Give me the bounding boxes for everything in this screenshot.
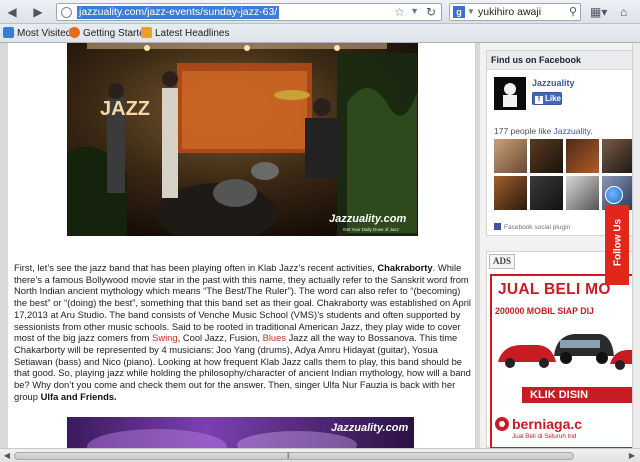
navigation-toolbar: ◀ ▶ jazzuality.com/jazz-events/sunday-ja…	[0, 0, 640, 24]
ad-click-here-button[interactable]: KLIK DISIN	[522, 387, 640, 403]
scroll-left-arrow-icon[interactable]: ◀	[1, 451, 13, 461]
history-dropdown-icon[interactable]: ▼	[410, 6, 419, 16]
back-arrow-icon[interactable]: ◀	[4, 4, 20, 20]
forward-arrow-icon[interactable]: ▶	[30, 4, 46, 20]
facebook-f-icon: f	[535, 96, 543, 104]
group-name-bold: Ulfa and Friends.	[40, 390, 117, 402]
browser-window: ◀ ▶ jazzuality.com/jazz-events/sunday-ja…	[0, 0, 640, 462]
firefox-icon	[69, 27, 80, 38]
address-bar[interactable]: jazzuality.com/jazz-events/sunday-jazz-6…	[56, 3, 442, 21]
follow-us-tab[interactable]: Follow Us	[605, 205, 629, 285]
jazzuality-logo[interactable]	[494, 77, 526, 110]
bookmark-label: Most Visited	[17, 28, 72, 39]
fan-avatar[interactable]	[566, 176, 599, 210]
fan-avatar[interactable]	[530, 176, 563, 210]
bookmark-most-visited[interactable]: Most Visited	[3, 26, 71, 41]
twitter-bird-icon[interactable]	[605, 186, 623, 204]
blues-link[interactable]: Blues	[263, 332, 286, 343]
scroll-grip-icon: |||	[287, 453, 290, 459]
facebook-page-link[interactable]: Jazzuality	[554, 126, 591, 136]
facebook-icon	[494, 223, 501, 230]
second-concert-photo: Jazzuality.com	[67, 417, 414, 448]
like-count-text: 177 people like	[494, 126, 554, 136]
reload-icon[interactable]: ↻	[426, 5, 436, 19]
concert-photo: JAZZ Jazzuality.com Get Your Daily Dose …	[67, 43, 418, 236]
like-label: Like	[545, 94, 562, 103]
bookmark-star-icon[interactable]: ☆	[394, 5, 405, 19]
bookmarks-toolbar: Most Visited Getting Started Latest Head…	[0, 24, 640, 43]
facebook-social-plugin-label[interactable]: Facebook social plugin	[494, 223, 570, 231]
rss-feed-icon	[141, 27, 152, 38]
photo-watermark: Jazzuality.com	[331, 422, 409, 434]
fan-avatar[interactable]	[602, 139, 635, 173]
url-text[interactable]: jazzuality.com/jazz-events/sunday-jazz-6…	[77, 6, 280, 19]
vertical-scrollbar[interactable]	[632, 43, 640, 448]
ad-brand: berniaga.c	[512, 416, 583, 432]
follow-us-label: Follow Us	[612, 218, 624, 267]
gear-icon	[3, 27, 14, 38]
bookmarks-menu-icon[interactable]: ▦▾	[590, 4, 607, 20]
search-box[interactable]: g ▼ yukihiro awaji ⚲	[449, 3, 581, 21]
facebook-like-count: 177 people like Jazzuality.	[494, 126, 593, 136]
paragraph-text: First, let’s see the jazz band that has …	[14, 262, 378, 273]
page-viewport: JAZZ Jazzuality.com Get Your Daily Dose …	[0, 43, 640, 448]
photo-watermark: Jazzuality.com	[329, 213, 407, 225]
home-icon[interactable]: ⌂	[620, 4, 627, 20]
search-icon[interactable]: ⚲	[569, 5, 577, 18]
jazz-sign-text: JAZZ	[100, 98, 150, 120]
plugin-label-text: Facebook social plugin	[504, 224, 571, 231]
fan-avatar[interactable]	[494, 139, 527, 173]
fan-avatar[interactable]	[494, 176, 527, 210]
search-engine-dropdown-icon[interactable]: ▼	[467, 7, 475, 16]
berniaga-logo-icon	[495, 417, 509, 431]
ad-subheadline-text: MOBIL SIAP DIJ	[524, 306, 594, 316]
facebook-like-button[interactable]: f Like	[532, 92, 562, 105]
fan-avatar[interactable]	[530, 139, 563, 173]
berniaga-ad-banner[interactable]: JUAL BELI MO 200000 MOBIL SIAP DIJ KLIK …	[490, 274, 640, 448]
bookmark-latest-headlines[interactable]: Latest Headlines	[141, 26, 230, 41]
photo-watermark-tagline: Get Your Daily Dose of Jazz	[343, 227, 400, 232]
site-identity-icon[interactable]	[61, 7, 72, 18]
paragraph-text: , Cool Jazz, Fusion,	[177, 332, 263, 344]
horizontal-scrollbar[interactable]: ◀ ||| ▶	[0, 448, 640, 462]
ad-headline: JUAL BELI MO	[498, 281, 611, 298]
facebook-page-name[interactable]: Jazzuality	[532, 78, 575, 88]
ads-title: ADS	[489, 254, 515, 269]
band-name-bold: Chakraborty	[377, 262, 433, 273]
like-count-suffix: .	[590, 126, 593, 136]
ad-subheadline: 200000 MOBIL SIAP DIJ	[495, 306, 594, 316]
horizontal-scroll-thumb[interactable]: |||	[14, 452, 574, 460]
search-input[interactable]: yukihiro awaji	[478, 6, 541, 19]
article-column: JAZZ Jazzuality.com Get Your Daily Dose …	[8, 43, 476, 448]
ad-number: 200000	[495, 306, 525, 316]
google-icon[interactable]: g	[453, 6, 465, 18]
bookmark-label: Latest Headlines	[155, 28, 230, 39]
paragraph-text: . While there’s a famous Bollywood movie…	[14, 262, 472, 344]
article-paragraph: First, let’s see the jazz band that has …	[14, 262, 472, 402]
swing-link[interactable]: Swing	[152, 332, 178, 343]
fan-avatar[interactable]	[566, 139, 599, 173]
scroll-right-arrow-icon[interactable]: ▶	[626, 451, 638, 461]
facebook-box-title: Find us on Facebook	[487, 51, 640, 70]
bookmark-getting-started[interactable]: Getting Started	[69, 26, 150, 41]
ad-cars-image	[498, 334, 640, 370]
ad-tagline: Jual Beli di Seluruh Ind	[512, 433, 577, 440]
